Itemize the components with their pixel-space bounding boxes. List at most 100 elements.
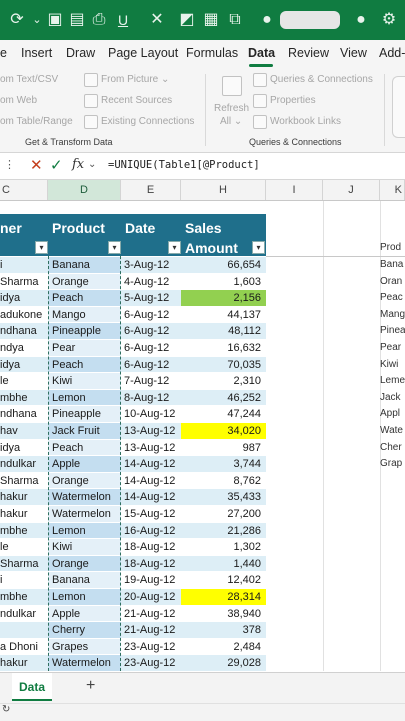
table-row[interactable]: ndhana Pineapple 10-Aug-12 47,244 xyxy=(0,406,266,423)
insert-function-icon[interactable]: fx xyxy=(72,157,84,172)
properties-button[interactable]: Properties xyxy=(270,95,316,106)
cell-amount[interactable]: 378 xyxy=(181,622,266,639)
cell-product[interactable]: Apple xyxy=(48,605,121,623)
cell-product[interactable]: Banana xyxy=(48,257,121,274)
fx-chevron-icon[interactable]: ⌄ xyxy=(88,159,96,170)
cell-date[interactable]: 16-Aug-12 xyxy=(121,522,181,540)
cancel-icon[interactable]: ✕ xyxy=(30,156,43,174)
cell-amount[interactable]: 27,200 xyxy=(181,506,266,523)
cell-date[interactable]: 21-Aug-12 xyxy=(121,605,181,623)
cell-customer[interactable]: hakur xyxy=(0,506,48,523)
cell-customer[interactable]: idya xyxy=(0,356,48,374)
cell-customer[interactable]: ndhana xyxy=(0,406,48,423)
cell-date[interactable]: 13-Aug-12 xyxy=(121,439,181,457)
cell-product[interactable]: Orange xyxy=(48,273,121,291)
cell-amount[interactable]: 1,440 xyxy=(181,555,266,573)
product-list-item[interactable]: Bana xyxy=(380,259,403,270)
cell-date[interactable]: 21-Aug-12 xyxy=(121,622,181,639)
cell-product[interactable]: Peach xyxy=(48,290,121,307)
cell-date[interactable]: 3-Aug-12 xyxy=(121,257,181,274)
table-row[interactable]: Sharma Orange 4-Aug-12 1,603 xyxy=(0,273,266,291)
cell-customer[interactable] xyxy=(0,622,48,639)
table-row[interactable]: Sharma Orange 18-Aug-12 1,440 xyxy=(0,555,266,573)
column-header-c[interactable]: C xyxy=(0,180,48,200)
recent-sources-button[interactable]: Recent Sources xyxy=(101,95,172,106)
cell-date[interactable]: 6-Aug-12 xyxy=(121,340,181,357)
cell-amount[interactable]: 29,028 xyxy=(181,655,266,671)
cell-amount[interactable]: 28,314 xyxy=(181,589,266,606)
cell-date[interactable]: 10-Aug-12 xyxy=(121,406,181,423)
settings-icon[interactable]: ⚙ xyxy=(378,9,400,31)
underline-icon[interactable]: U xyxy=(112,9,134,31)
cell-date[interactable]: 20-Aug-12 xyxy=(121,589,181,606)
tab-view[interactable]: View xyxy=(340,46,367,60)
cell-product[interactable]: Peach xyxy=(48,439,121,457)
cell-date[interactable]: 19-Aug-12 xyxy=(121,572,181,589)
from-picture-button[interactable]: From Picture ⌄ xyxy=(101,74,169,85)
table-row[interactable]: mbhe Lemon 16-Aug-12 21,286 xyxy=(0,522,266,540)
cell-amount[interactable]: 2,156 xyxy=(181,290,266,307)
excel-logo-icon[interactable]: ✕ xyxy=(146,9,168,31)
cell-amount[interactable]: 1,603 xyxy=(181,273,266,291)
cell-amount[interactable]: 2,310 xyxy=(181,373,266,390)
cell-customer[interactable]: hav xyxy=(0,423,48,440)
cell-product[interactable]: Watermelon xyxy=(48,489,121,506)
product-list-item[interactable]: Wate xyxy=(380,425,403,436)
cell-date[interactable]: 15-Aug-12 xyxy=(121,506,181,523)
table-row[interactable]: le Kiwi 7-Aug-12 2,310 xyxy=(0,373,266,390)
cell-customer[interactable]: mbhe xyxy=(0,589,48,606)
cell-product[interactable]: Kiwi xyxy=(48,539,121,556)
cell-amount[interactable]: 8,762 xyxy=(181,472,266,490)
column-header-d[interactable]: D xyxy=(48,180,121,200)
cell-customer[interactable]: ndulkar xyxy=(0,456,48,473)
tab-home[interactable]: e xyxy=(0,46,7,60)
cell-product[interactable]: Grapes xyxy=(48,638,121,656)
cell-amount[interactable]: 3,744 xyxy=(181,456,266,473)
cell-customer[interactable]: ndhana xyxy=(0,323,48,340)
redo-icon[interactable]: ⟳ xyxy=(6,9,28,31)
tab-draw[interactable]: Draw xyxy=(66,46,95,60)
product-list-item[interactable]: Grap xyxy=(380,458,402,469)
cell-amount[interactable]: 34,020 xyxy=(181,423,266,440)
cell-date[interactable]: 18-Aug-12 xyxy=(121,539,181,556)
cell-customer[interactable]: mbhe xyxy=(0,389,48,407)
table-row[interactable]: mbhe Lemon 8-Aug-12 46,252 xyxy=(0,389,266,407)
table-row[interactable]: ndhana Pineapple 6-Aug-12 48,112 xyxy=(0,323,266,340)
table-row[interactable]: hakur Watermelon 14-Aug-12 35,433 xyxy=(0,489,266,506)
cell-product[interactable]: Banana xyxy=(48,572,121,589)
cell-product[interactable]: Apple xyxy=(48,456,121,473)
table-row[interactable]: idya Peach 5-Aug-12 2,156 xyxy=(0,290,266,307)
clipboard-icon[interactable]: ▣ xyxy=(44,9,66,31)
tab-formulas[interactable]: Formulas xyxy=(186,46,238,60)
cell-product[interactable]: Lemon xyxy=(48,522,121,540)
table-row[interactable]: ndya Pear 6-Aug-12 16,632 xyxy=(0,340,266,357)
cell-amount[interactable]: 35,433 xyxy=(181,489,266,506)
filter-button-customer[interactable]: ▾ xyxy=(35,241,48,254)
cell-amount[interactable]: 66,654 xyxy=(181,257,266,274)
cell-customer[interactable]: adukone xyxy=(0,306,48,324)
refresh-all-button[interactable]: Refresh xyxy=(214,103,249,114)
cell-amount[interactable]: 46,252 xyxy=(181,389,266,407)
cell-date[interactable]: 23-Aug-12 xyxy=(121,638,181,656)
filter-button-date[interactable]: ▾ xyxy=(168,241,181,254)
cell-customer[interactable]: mbhe xyxy=(0,522,48,540)
cell-date[interactable]: 6-Aug-12 xyxy=(121,323,181,340)
table-row[interactable]: i Banana 3-Aug-12 66,654 xyxy=(0,257,266,274)
product-list-item[interactable]: Mang xyxy=(380,309,405,320)
from-text-csv-button[interactable]: om Text/CSV xyxy=(0,74,58,85)
cell-amount[interactable]: 47,244 xyxy=(181,406,266,423)
tab-addins[interactable]: Add- xyxy=(379,46,405,60)
tab-insert[interactable]: Insert xyxy=(21,46,52,60)
product-list-item[interactable]: Peac xyxy=(380,292,403,303)
filter-button-amount[interactable]: ▾ xyxy=(252,241,265,254)
refresh-all-button-label2[interactable]: All ⌄ xyxy=(220,116,242,127)
cell-product[interactable]: Peach xyxy=(48,356,121,374)
column-header-k[interactable]: K xyxy=(380,180,405,200)
cell-date[interactable]: 14-Aug-12 xyxy=(121,472,181,490)
cell-product[interactable]: Orange xyxy=(48,555,121,573)
save-icon[interactable]: ▤ xyxy=(66,9,88,31)
product-list-item[interactable]: Appl xyxy=(380,408,400,419)
product-list-item[interactable]: Kiwi xyxy=(380,359,398,370)
formula-input[interactable]: =UNIQUE(Table1[@Product] xyxy=(108,159,260,171)
product-list-item[interactable]: Jack xyxy=(380,392,401,403)
